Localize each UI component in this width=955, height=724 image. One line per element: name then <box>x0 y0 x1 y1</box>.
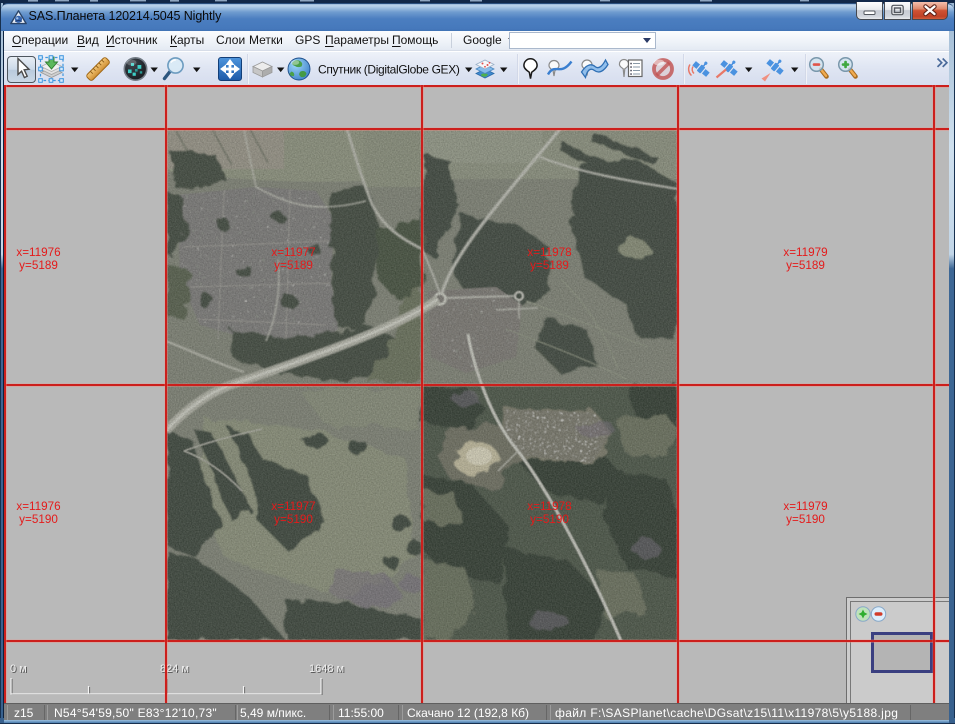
svg-text:Спутник (DigitalGlobe GEX): Спутник (DigitalGlobe GEX) <box>318 63 460 77</box>
svg-text:1648 м: 1648 м <box>309 663 344 675</box>
svg-text:0 м: 0 м <box>10 663 27 675</box>
